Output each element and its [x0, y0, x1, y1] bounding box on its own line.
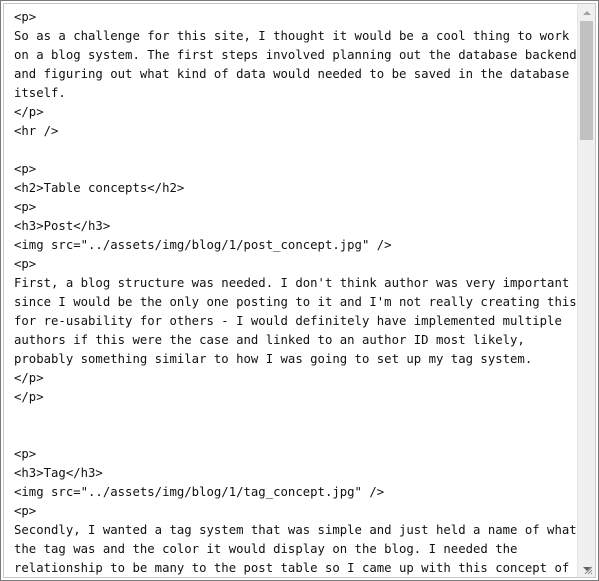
code-line: First, a blog structure was needed. I do… — [14, 276, 570, 290]
code-line: <p> — [14, 10, 37, 24]
code-line: itself. — [14, 86, 66, 100]
code-line: <h3>Post</h3> — [14, 219, 111, 233]
code-line: <p> — [14, 162, 37, 176]
code-line: relationship to be many to the post tabl… — [14, 561, 577, 575]
code-line: <p> — [14, 504, 37, 518]
code-line: <img src="../assets/img/blog/1/post_conc… — [14, 238, 392, 252]
arrow-up-icon — [582, 10, 591, 15]
textarea[interactable]: <p> So as a challenge for this site, I th… — [3, 3, 596, 578]
code-line: <h2>Table concepts</h2> — [14, 181, 185, 195]
code-line: Secondly, I wanted a tag system that was… — [14, 523, 577, 537]
textarea-frame: <p> So as a challenge for this site, I th… — [0, 0, 599, 581]
code-line: So as a challenge for this site, I thoug… — [14, 29, 570, 43]
code-line: probably something similar to how I was … — [14, 352, 533, 366]
code-line: <p> — [14, 200, 37, 214]
scrollbar-thumb[interactable] — [580, 21, 593, 140]
code-line: <p> — [14, 447, 37, 461]
code-line: for re-usability for others - I would de… — [14, 314, 562, 328]
code-line: </p> — [14, 371, 44, 385]
resize-grip-icon[interactable] — [583, 565, 593, 575]
code-line: </p> — [14, 105, 44, 119]
code-line: the tag was and the color it would displ… — [14, 542, 518, 556]
code-line: </p> — [14, 390, 44, 404]
code-line: <img src="../assets/img/blog/1/tag_conce… — [14, 485, 385, 499]
code-line: <h3>Tag</h3> — [14, 466, 103, 480]
scroll-up-button[interactable] — [578, 4, 595, 21]
code-line: since I would be the only one posting to… — [14, 295, 577, 309]
vertical-scrollbar[interactable] — [577, 4, 595, 577]
code-line: and figuring out what kind of data would… — [14, 67, 570, 81]
code-line: <hr /> — [14, 124, 59, 138]
code-line: authors if this were the case and linked… — [14, 333, 525, 347]
code-line: <p> — [14, 257, 37, 271]
code-editor-content[interactable]: <p> So as a challenge for this site, I th… — [4, 4, 577, 577]
code-line: on a blog system. The first steps involv… — [14, 48, 577, 62]
